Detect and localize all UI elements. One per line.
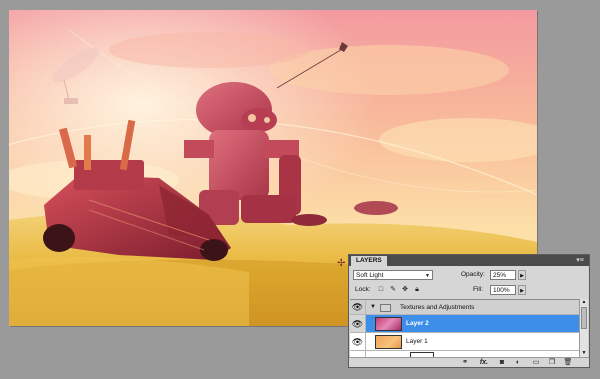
layers-panel: LAYERS ▾≡ Soft Light ▼ Opacity: 25% ▶ Lo…: [348, 254, 590, 368]
layer-thumbnail: [375, 335, 402, 349]
fill-label: Fill:: [473, 286, 484, 293]
new-group-icon[interactable]: ▭: [531, 358, 541, 367]
visibility-eye-icon[interactable]: 👁︎: [350, 315, 366, 332]
lock-all-icon[interactable]: 🔒︎: [413, 286, 421, 294]
opacity-slider-arrow-icon[interactable]: ▶: [518, 270, 526, 280]
blend-mode-select[interactable]: Soft Light ▼: [353, 270, 433, 280]
layer-group-row[interactable]: 👁︎ ▼ Textures and Adjustments: [350, 300, 579, 315]
link-layers-icon[interactable]: ⚭: [459, 358, 471, 367]
layer-row-layer-2[interactable]: 👁︎ Layer 2: [350, 315, 579, 333]
scroll-up-icon[interactable]: ▲: [580, 299, 588, 306]
layer-name: Layer 2: [406, 320, 429, 327]
lock-paint-icon[interactable]: ✎: [389, 286, 397, 294]
layer-thumbnail: [375, 317, 402, 331]
layer-row-layer-1[interactable]: 👁︎ Layer 1: [350, 333, 579, 351]
folder-icon: [380, 304, 391, 312]
expand-triangle-icon[interactable]: ▼: [370, 300, 376, 315]
panel-bottom-toolbar: ⚭ fx. ◙ ◐ ▭ ❐ 🗑︎: [349, 357, 589, 367]
layers-tab[interactable]: LAYERS: [351, 256, 387, 266]
delete-layer-icon[interactable]: 🗑︎: [563, 358, 573, 367]
scroll-down-icon[interactable]: ▼: [580, 350, 588, 357]
opacity-label: Opacity:: [461, 271, 485, 278]
opacity-input[interactable]: 25%: [490, 270, 516, 280]
panel-tab-bar: LAYERS ▾≡: [349, 255, 589, 266]
layer-list: 👁︎ ▼ Textures and Adjustments 👁︎ Layer 2…: [350, 299, 579, 358]
adjustment-layer-icon[interactable]: ◐: [513, 358, 523, 367]
new-layer-icon[interactable]: ❐: [547, 358, 557, 367]
layer-name: Layer 1: [406, 338, 428, 345]
fx-icon[interactable]: fx.: [477, 358, 491, 367]
svg-text:✢: ✢: [337, 258, 345, 269]
chevron-down-icon: ▼: [425, 273, 430, 279]
add-mask-icon[interactable]: ◙: [497, 358, 507, 367]
lock-label: Lock:: [355, 286, 371, 293]
blend-mode-value: Soft Light: [356, 272, 384, 279]
fill-input[interactable]: 100%: [490, 285, 516, 295]
layer-name: Textures and Adjustments: [400, 304, 475, 311]
lock-transparency-icon[interactable]: □: [377, 286, 385, 294]
visibility-eye-icon[interactable]: 👁︎: [350, 333, 366, 350]
lock-move-icon[interactable]: ✥: [401, 286, 409, 294]
visibility-eye-icon[interactable]: 👁︎: [350, 300, 366, 314]
fill-slider-arrow-icon[interactable]: ▶: [518, 285, 526, 295]
scroll-thumb[interactable]: [581, 307, 587, 329]
panel-menu-icon[interactable]: ▾≡: [574, 256, 586, 265]
layer-list-scrollbar[interactable]: ▲ ▼: [579, 299, 588, 357]
